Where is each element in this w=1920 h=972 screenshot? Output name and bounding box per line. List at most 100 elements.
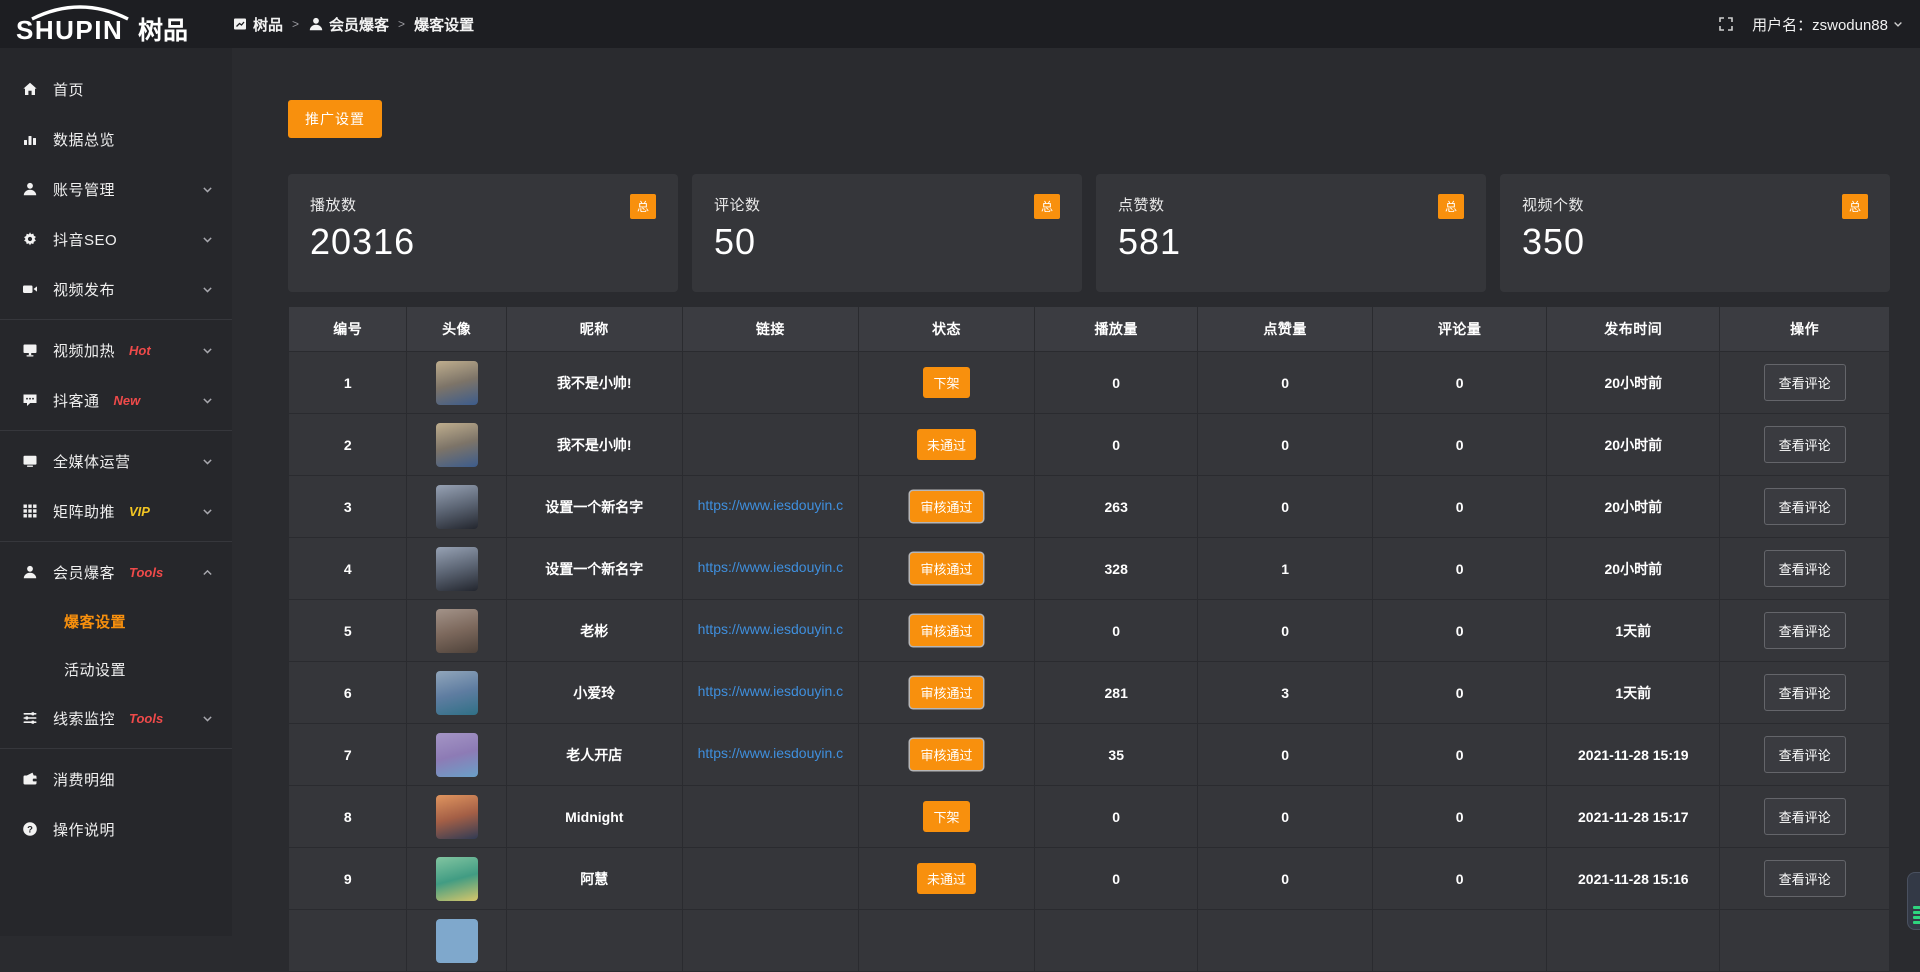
user-menu[interactable]: 用户名：zswodun88: [1752, 14, 1904, 35]
cell-avatar: [407, 910, 506, 972]
view-comments-button[interactable]: 查看评论: [1764, 612, 1846, 649]
panel-icon: [232, 16, 248, 32]
view-comments-button[interactable]: 查看评论: [1764, 488, 1846, 525]
sidebar-item-1[interactable]: 数据总览: [0, 114, 232, 164]
cell-nickname: [506, 910, 682, 972]
cell-number: 7: [289, 724, 407, 786]
topbar-right: 用户名：zswodun88: [1718, 14, 1920, 35]
cell-link: https://www.iesdouyin.c: [682, 476, 858, 538]
chevron-down-icon: [201, 712, 214, 725]
video-link[interactable]: https://www.iesdouyin.c: [698, 745, 844, 761]
cell-likes: [1198, 910, 1373, 972]
video-table: 编号头像昵称链接状态播放量点赞量评论量发布时间操作 1我不是小帅!下架00020…: [288, 306, 1890, 972]
breadcrumb-item-shupin[interactable]: 树品: [232, 14, 283, 35]
view-comments-button[interactable]: 查看评论: [1764, 860, 1846, 897]
sidebar-badge: Hot: [129, 343, 151, 358]
cell-comments: 0: [1372, 352, 1547, 414]
stat-value: 50: [714, 221, 1060, 263]
sidebar-item-12[interactable]: ?操作说明: [0, 804, 232, 854]
cell-action: 查看评论: [1720, 600, 1890, 662]
cell-link: [682, 910, 858, 972]
sidebar-item-11[interactable]: 消费明细: [0, 754, 232, 804]
gear-icon: [22, 231, 38, 247]
cell-comments: 0: [1372, 662, 1547, 724]
view-comments-button[interactable]: 查看评论: [1764, 736, 1846, 773]
breadcrumb-label: 树品: [253, 14, 283, 35]
sidebar-divider: [0, 319, 232, 320]
view-comments-button[interactable]: 查看评论: [1764, 364, 1846, 401]
stat-total-badge: 总: [1034, 194, 1060, 219]
cell-number: [289, 910, 407, 972]
cell-comments: 0: [1372, 848, 1547, 910]
sidebar-item-7[interactable]: 全媒体运营: [0, 436, 232, 486]
app-logo[interactable]: SHUPIN 树品: [0, 4, 232, 44]
sidebar-item-2[interactable]: 账号管理: [0, 164, 232, 214]
breadcrumb-item-member[interactable]: 会员爆客: [308, 14, 389, 35]
sidebar-item-4[interactable]: 视频发布: [0, 264, 232, 314]
cell-link: [682, 352, 858, 414]
avatar: [436, 795, 478, 839]
sidebar-item-label: 操作说明: [53, 819, 115, 840]
cell-link: https://www.iesdouyin.c: [682, 724, 858, 786]
sidebar-item-label: 消费明细: [53, 769, 115, 790]
chevron-down-icon: [201, 394, 214, 407]
sidebar-subitem-9-1[interactable]: 活动设置: [0, 645, 232, 693]
cell-number: 4: [289, 538, 407, 600]
sidebar-item-label: 线索监控: [53, 708, 115, 729]
sidebar-item-6[interactable]: 抖客通New: [0, 375, 232, 425]
sidebar-divider: [0, 748, 232, 749]
sidebar-item-5[interactable]: 视频加热 Hot: [0, 325, 232, 375]
cell-nickname: 小爱玲: [506, 662, 682, 724]
sidebar-item-9[interactable]: 会员爆客Tools: [0, 547, 232, 597]
fullscreen-icon[interactable]: [1718, 16, 1734, 32]
promotion-settings-button[interactable]: 推广设置: [288, 100, 382, 138]
cell-comments: 0: [1372, 724, 1547, 786]
avatar: [436, 857, 478, 901]
cell-likes: 0: [1198, 786, 1373, 848]
table-row: 7老人开店https://www.iesdouyin.c审核通过35002021…: [289, 724, 1890, 786]
video-link[interactable]: https://www.iesdouyin.c: [698, 497, 844, 513]
sidebar-item-3[interactable]: 抖音SEO: [0, 214, 232, 264]
table-row: [289, 910, 1890, 972]
sidebar-item-label: 视频加热: [53, 340, 115, 361]
cell-link: https://www.iesdouyin.c: [682, 538, 858, 600]
view-comments-button[interactable]: 查看评论: [1764, 426, 1846, 463]
status-badge: 审核通过: [910, 739, 982, 770]
stat-label: 评论数: [714, 194, 761, 215]
video-link[interactable]: https://www.iesdouyin.c: [698, 621, 844, 637]
status-badge: 未通过: [917, 429, 976, 460]
table-row: 6小爱玲https://www.iesdouyin.c审核通过281301天前查…: [289, 662, 1890, 724]
wallet-icon: [22, 771, 38, 787]
sidebar-item-10[interactable]: 线索监控Tools: [0, 693, 232, 743]
table-body: 1我不是小帅!下架00020小时前查看评论2我不是小帅!未通过00020小时前查…: [289, 352, 1890, 972]
main-content: 推广设置 播放数 总 20316 评论数 总 50 点赞数 总 581 视频个数…: [232, 0, 1920, 972]
cell-nickname: 我不是小帅!: [506, 352, 682, 414]
view-comments-button[interactable]: 查看评论: [1764, 674, 1846, 711]
table-header-row: 编号头像昵称链接状态播放量点赞量评论量发布时间操作: [289, 307, 1890, 352]
cell-number: 8: [289, 786, 407, 848]
sidebar-item-0[interactable]: 首页: [0, 64, 232, 114]
logo-text-cn: 树品: [138, 17, 188, 44]
cell-likes: 0: [1198, 724, 1373, 786]
grid-icon: [22, 503, 38, 519]
cell-plays: 281: [1035, 662, 1198, 724]
sidebar-item-8[interactable]: 矩阵助推VIP: [0, 486, 232, 536]
sidebar-subitem-9-0[interactable]: 爆客设置: [0, 597, 232, 645]
view-comments-button[interactable]: 查看评论: [1764, 550, 1846, 587]
floating-service-widget[interactable]: [1907, 872, 1920, 930]
view-comments-button[interactable]: 查看评论: [1764, 798, 1846, 835]
stat-total-badge: 总: [1842, 194, 1868, 219]
video-link[interactable]: https://www.iesdouyin.c: [698, 683, 844, 699]
sidebar-item-label: 视频发布: [53, 279, 115, 300]
video-link[interactable]: https://www.iesdouyin.c: [698, 559, 844, 575]
stat-total-badge: 总: [1438, 194, 1464, 219]
cell-number: 3: [289, 476, 407, 538]
cell-plays: 0: [1035, 600, 1198, 662]
cell-likes: 0: [1198, 476, 1373, 538]
logo-text: SHUPIN: [16, 15, 123, 44]
avatar: [436, 919, 478, 963]
cell-likes: 0: [1198, 600, 1373, 662]
cell-link: https://www.iesdouyin.c: [682, 600, 858, 662]
table-row: 1我不是小帅!下架00020小时前查看评论: [289, 352, 1890, 414]
stat-total-badge: 总: [630, 194, 656, 219]
